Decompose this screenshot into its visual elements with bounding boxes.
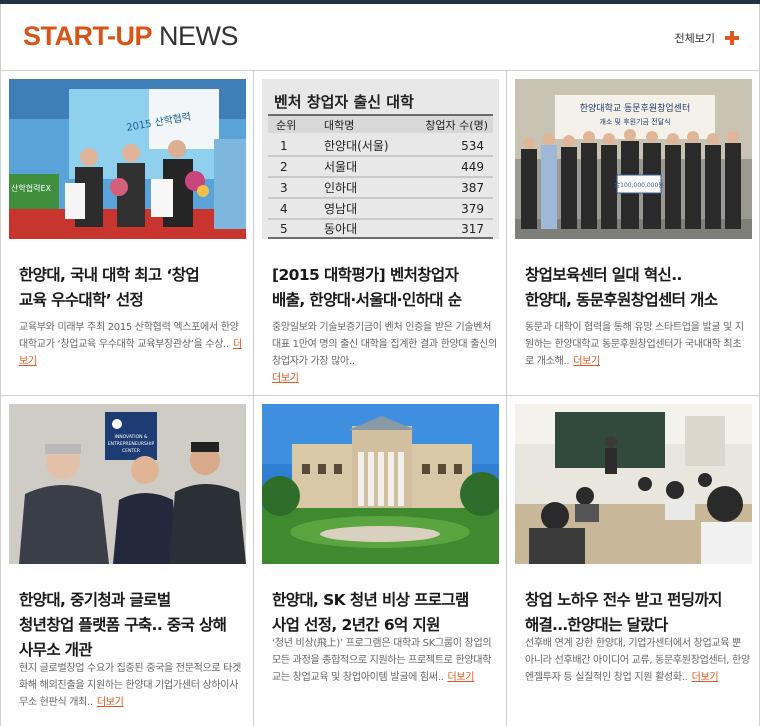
table-header: 창업자 수(명) bbox=[425, 119, 488, 132]
view-all-label: 전체보기 bbox=[674, 32, 715, 45]
headline-line: 교육 우수대학’ 선정 bbox=[19, 291, 144, 309]
check-amount-text: 金100,000,000원 bbox=[614, 181, 664, 189]
excerpt-text: 현지 글로벌창업 수요가 집중된 중국을 전문적으로 타겟화해 해외진출을 지원… bbox=[19, 663, 241, 708]
table-cell: 449 bbox=[461, 160, 484, 174]
news-card[interactable]: INNOVATION & ENTREPRENEURSHIP CENTER 한양대… bbox=[1, 396, 254, 721]
table-cell: 인하대 bbox=[324, 181, 357, 195]
news-thumbnail-center-opening[interactable]: 한양대학교 동문후원창업센터 개소 및 후원기금 전달식 金100,000,00… bbox=[515, 79, 752, 239]
table-header: 순위 bbox=[276, 119, 296, 132]
news-thumbnail-lecture[interactable] bbox=[515, 404, 752, 564]
news-card[interactable]: 한양대, SK 청년 비상 프로그램 사업 선정, 2년간 6억 지원 ‘청년 … bbox=[254, 396, 507, 721]
table-cell: 3 bbox=[280, 181, 288, 195]
news-excerpt: 현지 글로벌창업 수요가 집중된 중국을 전문적으로 타겟화해 해외진출을 지원… bbox=[19, 660, 244, 711]
table-cell: 서울대 bbox=[324, 160, 357, 174]
news-excerpt: 선후배 연계 강한 한양대, 기업가센터에서 창업교육 뿐 아니라 선후배간 아… bbox=[525, 635, 750, 686]
news-thumbnail-campus[interactable] bbox=[262, 404, 499, 564]
plaque-text: CENTER bbox=[122, 448, 140, 454]
table-cell: 영남대 bbox=[324, 202, 357, 216]
section-title: START-UP NEWS bbox=[23, 21, 239, 52]
news-card[interactable]: 벤처 창업자 출신 대학 순위 대학명 창업자 수(명) 1 한양대(서울) 5… bbox=[254, 71, 507, 396]
news-excerpt: 교육부와 미래부 주최 2015 산학협력 엑스포에서 한양대학교가 ‘창업교육… bbox=[19, 319, 244, 370]
table-cell: 534 bbox=[461, 139, 484, 153]
table-cell: 317 bbox=[461, 222, 484, 236]
news-excerpt: ‘청년 비상(飛上)’ 프로그램은 대학과 SK그룹이 창업의 모든 과정을 종… bbox=[272, 635, 497, 686]
plus-icon bbox=[725, 31, 739, 45]
table-cell: 379 bbox=[461, 202, 484, 216]
plaque-text: INNOVATION & bbox=[115, 434, 148, 440]
news-headline[interactable]: 한양대, 중기청과 글로벌 청년창업 플랫폼 구축.. 중국 상해 사무소 개관 bbox=[19, 588, 239, 663]
news-headline[interactable]: 한양대, 국내 대학 최고 ‘창업 교육 우수대학’ 선정 bbox=[19, 263, 239, 313]
news-headline[interactable]: 창업보육센터 일대 혁신.. 한양대, 동문후원창업센터 개소 bbox=[525, 263, 745, 313]
headline-line: 한양대, 국내 대학 최고 ‘창업 bbox=[19, 266, 200, 284]
headline-line: 배출, 한양대·서울대·인하대 순 bbox=[272, 291, 462, 309]
table-cell: 1 bbox=[280, 139, 288, 153]
table-cell: 5 bbox=[280, 222, 288, 236]
section-header: START-UP NEWS 전체보기 bbox=[0, 4, 760, 70]
news-card[interactable]: 2015 산학협력 산학협력EX 한양대, 국내 대학 최고 ‘창업 교육 우수… bbox=[1, 71, 254, 396]
news-excerpt: 중앙일보와 기술보증기금이 벤처 인증을 받은 기술벤처 대표 1만여 명의 출… bbox=[272, 319, 497, 387]
banner-text: 개소 및 후원기금 전달식 bbox=[599, 117, 670, 126]
news-thumbnail-ranking-table[interactable]: 벤처 창업자 출신 대학 순위 대학명 창업자 수(명) 1 한양대(서울) 5… bbox=[262, 79, 499, 239]
side-sign-text: 산학협력EX bbox=[11, 183, 51, 193]
headline-line: 창업 노하우 전수 받고 펀딩까지 bbox=[525, 591, 722, 609]
excerpt-text: 동문과 대학이 협력을 통해 유망 스타트업을 발굴 및 지원하는 한양대학교 … bbox=[525, 322, 744, 367]
view-all-link[interactable]: 전체보기 bbox=[675, 30, 739, 46]
read-more-link[interactable]: 더보기 bbox=[447, 672, 474, 683]
excerpt-text: 중앙일보와 기술보증기금이 벤처 인증을 받은 기술벤처 대표 1만여 명의 출… bbox=[272, 322, 497, 367]
read-more-link[interactable]: 더보기 bbox=[692, 672, 719, 683]
plaque-text: ENTREPRENEURSHIP bbox=[108, 441, 155, 447]
banner-text: 한양대학교 동문후원창업센터 bbox=[580, 103, 691, 114]
headline-line: 한양대, SK 청년 비상 프로그램 bbox=[272, 591, 469, 609]
read-more-link[interactable]: 더보기 bbox=[573, 356, 600, 367]
headline-line: 창업보육센터 일대 혁신.. bbox=[525, 266, 682, 284]
news-card[interactable]: 한양대학교 동문후원창업센터 개소 및 후원기금 전달식 金100,000,00… bbox=[507, 71, 760, 396]
section-title-accent: START-UP bbox=[23, 21, 153, 51]
headline-line: [2015 대학평가] 벤처창업자 bbox=[272, 266, 459, 284]
table-cell: 동아대 bbox=[324, 222, 357, 236]
excerpt-text: 교육부와 미래부 주최 2015 산학협력 엑스포에서 한양대학교가 ‘창업교육… bbox=[19, 322, 239, 350]
table-cell: 한양대(서울) bbox=[324, 139, 389, 153]
table-cell: 387 bbox=[461, 181, 484, 195]
table-header: 대학명 bbox=[324, 119, 354, 132]
read-more-link[interactable]: 더보기 bbox=[272, 373, 299, 384]
news-thumbnail-award-ceremony[interactable]: 2015 산학협력 산학협력EX bbox=[9, 79, 246, 239]
table-cell: 2 bbox=[280, 160, 288, 174]
headline-line: 청년창업 플랫폼 구축.. 중국 상해 bbox=[19, 616, 227, 634]
news-headline[interactable]: [2015 대학평가] 벤처창업자 배출, 한양대·서울대·인하대 순 bbox=[272, 263, 492, 313]
news-headline[interactable]: 창업 노하우 전수 받고 펀딩까지 해결…한양대는 달랐다 bbox=[525, 588, 745, 638]
news-excerpt: 동문과 대학이 협력을 통해 유망 스타트업을 발굴 및 지원하는 한양대학교 … bbox=[525, 319, 750, 370]
headline-line: 한양대, 동문후원창업센터 개소 bbox=[525, 291, 718, 309]
table-title: 벤처 창업자 출신 대학 bbox=[274, 93, 414, 111]
section-title-rest: NEWS bbox=[159, 21, 239, 51]
news-headline[interactable]: 한양대, SK 청년 비상 프로그램 사업 선정, 2년간 6억 지원 bbox=[272, 588, 492, 638]
table-cell: 4 bbox=[280, 202, 288, 216]
news-grid: 2015 산학협력 산학협력EX 한양대, 국내 대학 최고 ‘창업 교육 우수… bbox=[0, 70, 760, 726]
news-thumbnail-shanghai-office[interactable]: INNOVATION & ENTREPRENEURSHIP CENTER bbox=[9, 404, 246, 564]
news-card[interactable]: 창업 노하우 전수 받고 펀딩까지 해결…한양대는 달랐다 선후배 연계 강한 … bbox=[507, 396, 760, 721]
headline-line: 한양대, 중기청과 글로벌 bbox=[19, 591, 171, 609]
read-more-link[interactable]: 더보기 bbox=[97, 697, 124, 708]
